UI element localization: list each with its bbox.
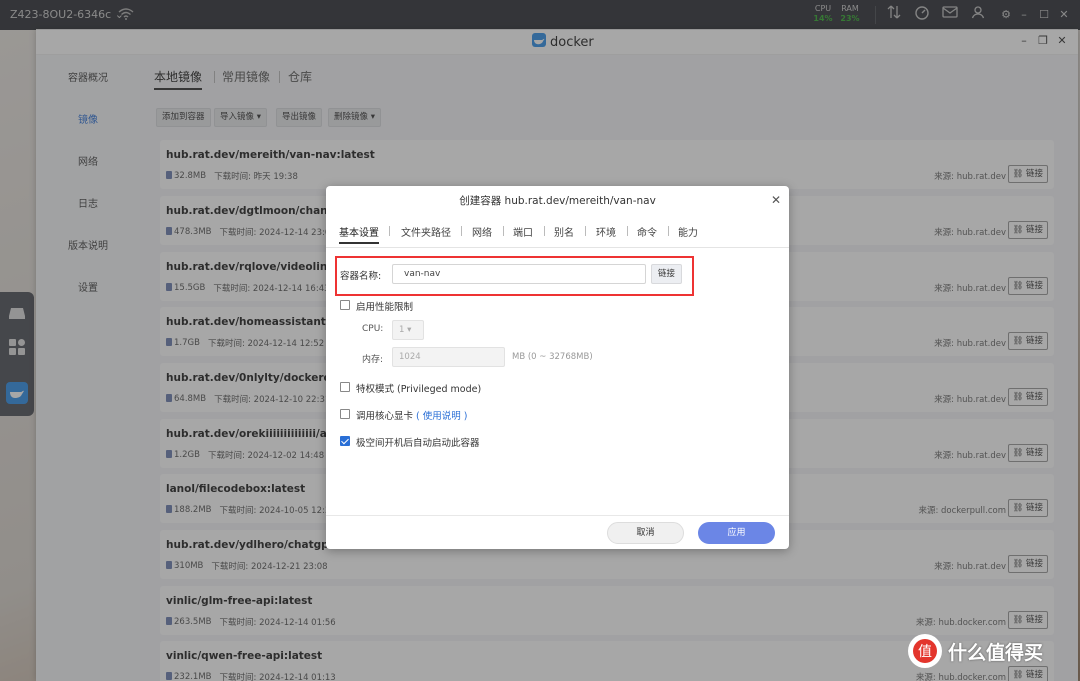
autostart-checkbox[interactable] xyxy=(340,436,350,446)
dialog-tab-divider xyxy=(326,247,789,248)
usage-guide-link[interactable]: ( 使用说明 ) xyxy=(416,411,467,422)
name-link-button[interactable]: 链接 xyxy=(651,264,683,284)
dialog-title: 创建容器 hub.rat.dev/mereith/van-nav xyxy=(459,195,656,207)
tab-divider xyxy=(627,226,628,236)
container-name-input[interactable] xyxy=(392,264,646,284)
tab-divider xyxy=(668,226,669,236)
perf-limit-checkbox[interactable] xyxy=(340,300,350,310)
svg-text:值: 值 xyxy=(918,644,932,660)
tab-divider xyxy=(544,226,545,236)
tab-divider xyxy=(585,226,586,236)
cpu-limit-select[interactable]: 1 ▾ xyxy=(392,320,424,340)
cpu-limit-value: 1 xyxy=(399,325,405,335)
dialog-footer-divider xyxy=(326,515,789,516)
dialog-close-icon[interactable]: ✕ xyxy=(771,194,781,206)
autostart-label: 极空间开机后自动启动此容器 xyxy=(356,438,480,449)
gpu-option: 调用核心显卡 ( 使用说明 ) xyxy=(356,408,468,422)
tab-divider xyxy=(503,226,504,236)
privileged-mode-label: 特权模式 (Privileged mode) xyxy=(356,384,482,395)
overlay-system-tint xyxy=(0,0,1080,30)
tab-alias[interactable]: 别名 xyxy=(554,224,574,239)
tab-folder-path[interactable]: 文件夹路径 xyxy=(401,224,451,239)
gpu-label: 调用核心显卡 xyxy=(356,411,414,422)
privileged-mode-checkbox[interactable] xyxy=(340,382,350,392)
tab-divider xyxy=(389,226,390,236)
tab-network[interactable]: 网络 xyxy=(472,224,492,239)
memory-range-hint: MB (0 ~ 32768MB) xyxy=(512,352,593,362)
dialog-tabs: 基本设置 文件夹路径 网络 端口 别名 环境 命令 能力 xyxy=(339,224,779,244)
create-container-dialog: 创建容器 hub.rat.dev/mereith/van-nav ✕ 基本设置 … xyxy=(326,186,789,549)
tab-capabilities[interactable]: 能力 xyxy=(678,224,698,239)
tab-ports[interactable]: 端口 xyxy=(513,224,533,239)
perf-limit-label: 启用性能限制 xyxy=(356,302,414,313)
apply-button[interactable]: 应用 xyxy=(698,522,775,544)
tab-basic-settings[interactable]: 基本设置 xyxy=(339,224,379,244)
watermark-logo-icon: 值 xyxy=(908,634,942,668)
caret-down-icon: ▾ xyxy=(407,325,412,335)
tab-divider xyxy=(461,226,462,236)
tab-command[interactable]: 命令 xyxy=(637,224,657,239)
tab-environment[interactable]: 环境 xyxy=(596,224,616,239)
cpu-limit-label: CPU: xyxy=(362,324,384,334)
cancel-button[interactable]: 取消 xyxy=(607,522,684,544)
container-name-label: 容器名称: xyxy=(340,271,382,282)
watermark-text: 什么值得买 xyxy=(948,641,1044,664)
memory-limit-label: 内存: xyxy=(362,355,384,365)
gpu-checkbox[interactable] xyxy=(340,409,350,419)
watermark: 值 什么值得买 xyxy=(908,634,1043,668)
memory-limit-input[interactable]: 1024 xyxy=(392,347,505,367)
